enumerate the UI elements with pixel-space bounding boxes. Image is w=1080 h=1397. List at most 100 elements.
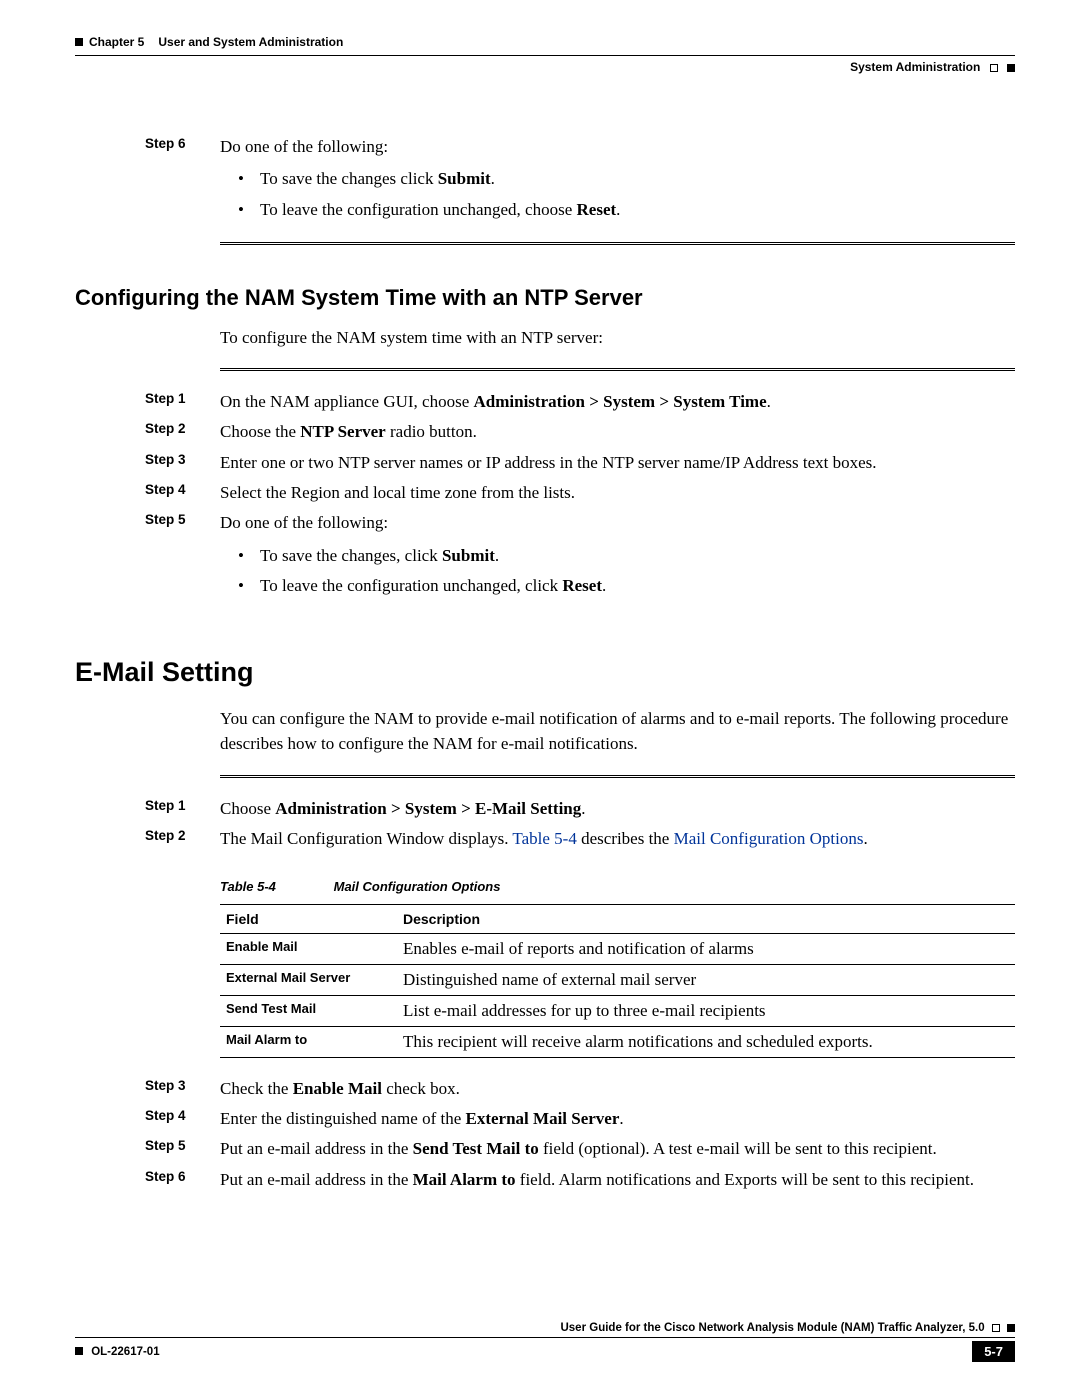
- double-rule: [220, 775, 1015, 778]
- bullet-bold: Submit: [442, 546, 495, 565]
- step-text: Choose: [220, 799, 275, 818]
- square-solid-icon: [75, 38, 83, 46]
- cell-desc: This recipient will receive alarm notifi…: [397, 1026, 1015, 1057]
- section-title: System Administration: [850, 60, 980, 74]
- step-body: Choose the NTP Server radio button.: [220, 419, 1015, 445]
- step-row: Step 5 Put an e-mail address in the Send…: [145, 1136, 1015, 1162]
- page-footer: User Guide for the Cisco Network Analysi…: [75, 1322, 1015, 1362]
- step-label: Step 3: [145, 450, 220, 476]
- options-ref-link[interactable]: Mail Configuration Options: [674, 829, 864, 848]
- step-text: On the NAM appliance GUI, choose: [220, 392, 474, 411]
- step-row: Step 6 Do one of the following:: [145, 134, 1015, 160]
- chapter-label: Chapter 5: [89, 35, 144, 49]
- step-label: Step 2: [145, 826, 220, 852]
- table-row: Mail Alarm to This recipient will receiv…: [220, 1026, 1015, 1057]
- step-text: The Mail Configuration Window displays.: [220, 829, 512, 848]
- doc-id: OL-22617-01: [91, 1346, 159, 1358]
- step-row: Step 6 Put an e-mail address in the Mail…: [145, 1167, 1015, 1193]
- table-caption-label: Table 5-4: [220, 879, 330, 894]
- step-label: Step 4: [145, 1106, 220, 1132]
- step-text: Choose the: [220, 422, 300, 441]
- step-body: Do one of the following:: [220, 134, 1015, 160]
- square-solid-icon: [1007, 64, 1015, 72]
- chapter-header: Chapter 5 User and System Administration: [75, 35, 1015, 49]
- bullet-text: .: [616, 200, 620, 219]
- cell-field: Send Test Mail: [220, 995, 397, 1026]
- square-solid-icon: [1007, 1324, 1015, 1332]
- bullet-bold: Reset: [562, 576, 602, 595]
- bullet-bold: Reset: [577, 200, 617, 219]
- step-row: Step 1 On the NAM appliance GUI, choose …: [145, 389, 1015, 415]
- step-body: Put an e-mail address in the Mail Alarm …: [220, 1167, 1015, 1193]
- step-text: describes the: [577, 829, 674, 848]
- step-row: Step 2 The Mail Configuration Window dis…: [145, 826, 1015, 852]
- bullet-text: To save the changes, click: [260, 546, 442, 565]
- table-caption-title: Mail Configuration Options: [334, 879, 501, 894]
- step-bold: Administration > System > E-Mail Setting: [275, 799, 581, 818]
- step-row: Step 5 Do one of the following:: [145, 510, 1015, 536]
- step-row: Step 3 Enter one or two NTP server names…: [145, 450, 1015, 476]
- bullet-text: .: [491, 169, 495, 188]
- bullet-text: To leave the configuration unchanged, ch…: [260, 200, 577, 219]
- bullet-text: .: [602, 576, 606, 595]
- mail-config-table: Field Description Enable Mail Enables e-…: [220, 904, 1015, 1058]
- step-label: Step 5: [145, 1136, 220, 1162]
- cell-desc: Enables e-mail of reports and notificati…: [397, 933, 1015, 964]
- step-label: Step 1: [145, 796, 220, 822]
- table-ref-link[interactable]: Table 5-4: [512, 829, 576, 848]
- footer-title-row: User Guide for the Cisco Network Analysi…: [75, 1322, 1015, 1334]
- step-label: Step 2: [145, 419, 220, 445]
- cell-field: Mail Alarm to: [220, 1026, 397, 1057]
- step-text: radio button.: [386, 422, 477, 441]
- step-body: Check the Enable Mail check box.: [220, 1076, 1015, 1102]
- bullet-item: To leave the configuration unchanged, ch…: [240, 195, 1015, 226]
- step-body: Put an e-mail address in the Send Test M…: [220, 1136, 1015, 1162]
- step-text: Check the: [220, 1079, 293, 1098]
- cell-desc: Distinguished name of external mail serv…: [397, 964, 1015, 995]
- step-label: Step 3: [145, 1076, 220, 1102]
- step-bold: Enable Mail: [293, 1079, 382, 1098]
- step-bold: Administration > System > System Time: [474, 392, 767, 411]
- step-text: .: [581, 799, 585, 818]
- square-outline-icon: [992, 1324, 1000, 1332]
- chapter-title: User and System Administration: [158, 35, 343, 49]
- step-row: Step 3 Check the Enable Mail check box.: [145, 1076, 1015, 1102]
- heading-ntp: Configuring the NAM System Time with an …: [75, 285, 1015, 311]
- step-text: field. Alarm notifications and Exports w…: [516, 1170, 974, 1189]
- bullet-text: To leave the configuration unchanged, cl…: [260, 576, 562, 595]
- step-body: Enter the distinguished name of the Exte…: [220, 1106, 1015, 1132]
- step-text: Enter the distinguished name of the: [220, 1109, 466, 1128]
- double-rule: [220, 242, 1015, 245]
- bullet-text: .: [495, 546, 499, 565]
- step-bold: External Mail Server: [466, 1109, 620, 1128]
- footer-bottom-row: OL-22617-01 5-7: [75, 1341, 1015, 1362]
- cell-desc: List e-mail addresses for up to three e-…: [397, 995, 1015, 1026]
- step-row: Step 4 Enter the distinguished name of t…: [145, 1106, 1015, 1132]
- cell-field: External Mail Server: [220, 964, 397, 995]
- table-head-row: Field Description: [220, 904, 1015, 933]
- step-text: Put an e-mail address in the: [220, 1170, 413, 1189]
- square-solid-icon: [75, 1347, 83, 1355]
- square-outline-icon: [990, 64, 998, 72]
- step-body: The Mail Configuration Window displays. …: [220, 826, 1015, 852]
- th-description: Description: [397, 904, 1015, 933]
- bullet-item: To save the changes click Submit.: [240, 164, 1015, 195]
- step-bold: Mail Alarm to: [413, 1170, 516, 1189]
- bullet-item: To leave the configuration unchanged, cl…: [240, 571, 1015, 602]
- table-row: Enable Mail Enables e-mail of reports an…: [220, 933, 1015, 964]
- table-caption: Table 5-4 Mail Configuration Options: [220, 879, 1015, 894]
- step-text: check box.: [382, 1079, 460, 1098]
- bullet-list: To save the changes, click Submit. To le…: [240, 541, 1015, 602]
- step-label: Step 5: [145, 510, 220, 536]
- step-bold: Send Test Mail to: [413, 1139, 539, 1158]
- step-text: .: [767, 392, 771, 411]
- bullet-bold: Submit: [438, 169, 491, 188]
- step-text: .: [619, 1109, 623, 1128]
- step-body: Choose Administration > System > E-Mail …: [220, 796, 1015, 822]
- step-body: Select the Region and local time zone fr…: [220, 480, 1015, 506]
- intro-text: You can configure the NAM to provide e-m…: [220, 706, 1015, 757]
- step-text: .: [863, 829, 867, 848]
- step-label: Step 1: [145, 389, 220, 415]
- step-row: Step 1 Choose Administration > System > …: [145, 796, 1015, 822]
- footer-guide-title: User Guide for the Cisco Network Analysi…: [560, 1322, 984, 1334]
